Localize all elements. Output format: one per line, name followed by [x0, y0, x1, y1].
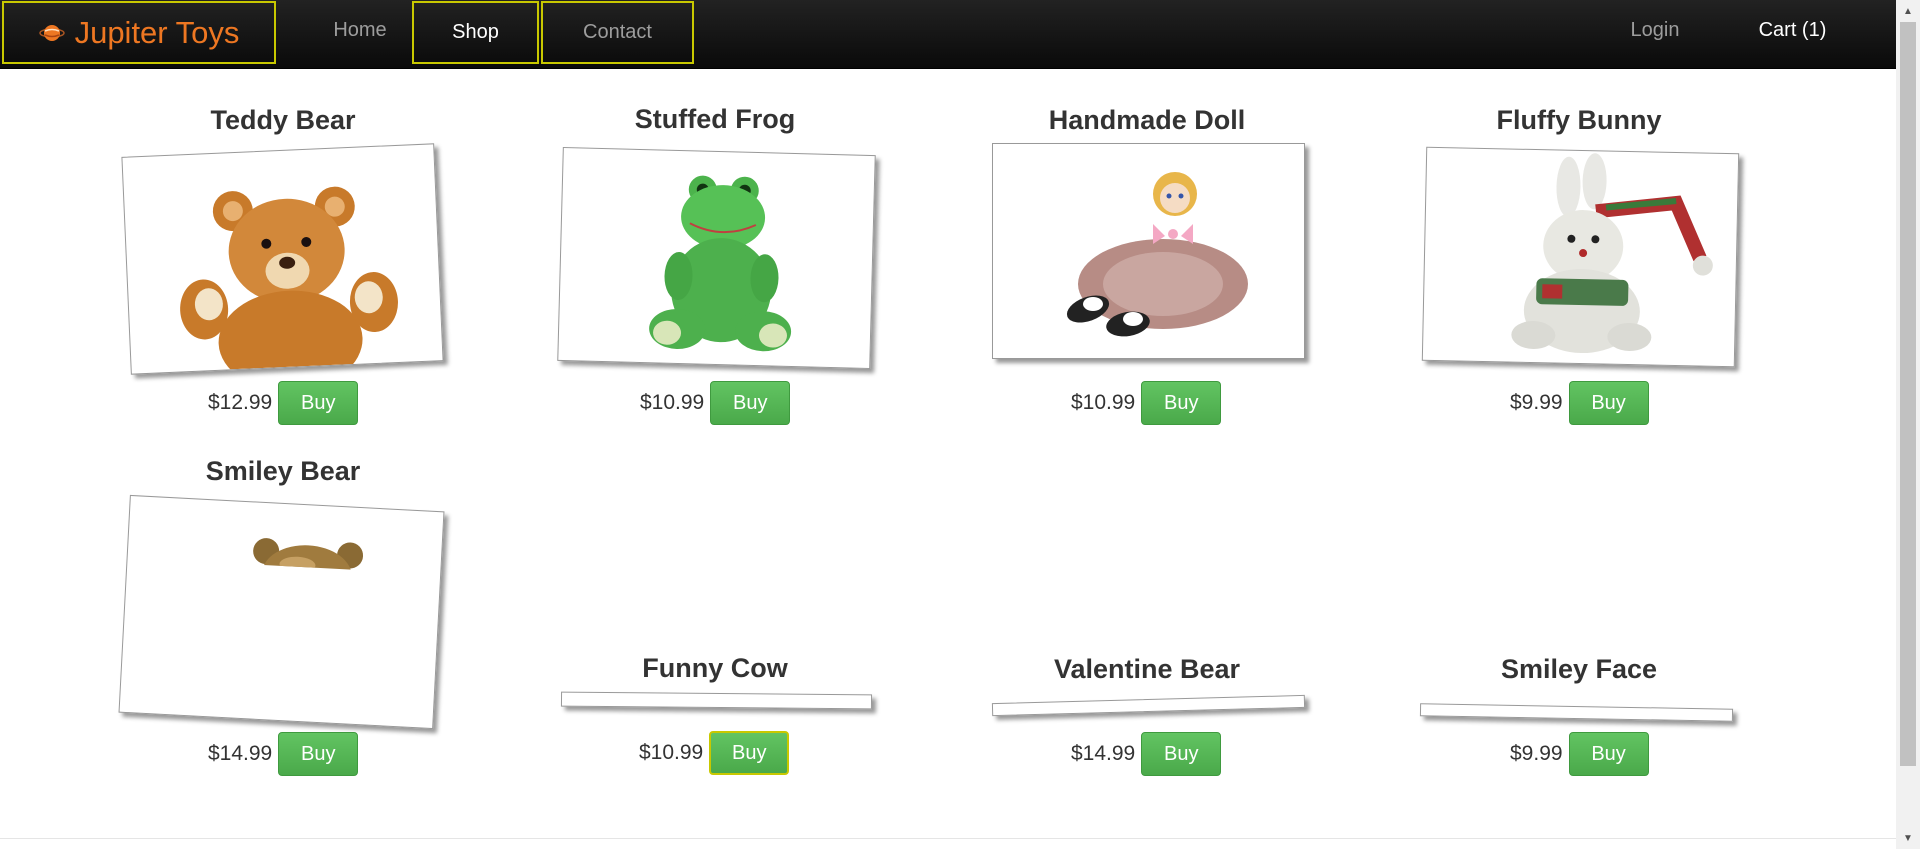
product-title: Stuffed Frog [634, 104, 796, 134]
scrollbar-thumb[interactable] [1900, 22, 1916, 766]
buy-button-smiley-face[interactable]: Buy [1568, 732, 1649, 776]
nav-login[interactable]: Login [1610, 0, 1700, 60]
product-title: Handmade Doll [1048, 105, 1246, 135]
nav-home[interactable]: Home [312, 0, 408, 60]
buy-button-fluffy-bunny[interactable]: Buy [1568, 381, 1649, 425]
buy-button-stuffed-frog[interactable]: Buy [710, 381, 791, 425]
product-price: $10.99 [1071, 391, 1136, 414]
page-divider [0, 838, 1896, 839]
product-image-handmade-doll [992, 143, 1305, 359]
buy-button-handmade-doll[interactable]: Buy [1141, 381, 1222, 425]
product-card-stuffed-frog: Stuffed Frog [505, 103, 925, 135]
product-price: $10.99 [639, 741, 704, 764]
product-card-handmade-doll: Handmade Doll [937, 104, 1357, 136]
product-card-funny-cow: Funny Cow [505, 652, 925, 684]
brand-link[interactable]: Jupiter Toys [2, 1, 276, 64]
product-card-valentine-bear: Valentine Bear [937, 653, 1357, 685]
price-row: $14.99 Buy [208, 732, 359, 776]
product-price: $12.99 [208, 391, 273, 414]
product-card-fluffy-bunny: Fluffy Bunny [1369, 104, 1789, 136]
stuffed-frog-image [649, 175, 792, 352]
nav-shop[interactable]: Shop [412, 1, 539, 64]
planet-logo-icon [38, 24, 65, 41]
product-card-teddy-bear: Teddy Bear [73, 104, 493, 136]
product-image-valentine-bear [991, 694, 1306, 717]
vertical-scrollbar[interactable]: ▲ ▼ [1896, 0, 1920, 849]
product-price: $9.99 [1510, 391, 1563, 414]
buy-button-funny-cow[interactable]: Buy [709, 731, 790, 775]
price-row: $12.99 Buy [208, 381, 359, 425]
smiley-bear-image [253, 538, 364, 575]
buy-button-valentine-bear[interactable]: Buy [1141, 732, 1222, 776]
product-title: Smiley Face [1500, 654, 1658, 684]
teddy-bear-image [180, 186, 398, 375]
product-price: $10.99 [640, 391, 705, 414]
product-image-stuffed-frog [557, 146, 876, 370]
brand-name: Jupiter Toys [74, 14, 240, 50]
product-price: $9.99 [1510, 742, 1563, 765]
product-title: Funny Cow [642, 653, 788, 683]
scroll-up-arrow-icon[interactable]: ▲ [1896, 2, 1920, 20]
product-title: Valentine Bear [1053, 654, 1241, 684]
price-row: $10.99 Buy [640, 381, 791, 425]
product-price: $14.99 [208, 742, 273, 765]
product-price: $14.99 [1071, 742, 1136, 765]
product-image-teddy-bear [121, 143, 444, 375]
product-card-smiley-bear: Smiley Bear [73, 455, 493, 487]
price-row: $9.99 Buy [1510, 381, 1649, 425]
price-row: $10.99 Buy [1071, 381, 1222, 425]
price-row: $14.99 Buy [1071, 732, 1222, 776]
handmade-doll-image [1066, 172, 1248, 337]
product-card-smiley-face: Smiley Face [1369, 653, 1789, 685]
buy-button-teddy-bear[interactable]: Buy [278, 381, 359, 425]
product-title: Teddy Bear [210, 105, 356, 135]
product-title: Smiley Bear [205, 456, 361, 486]
price-row: $10.99 Buy [639, 731, 790, 775]
product-image-smiley-face [1419, 703, 1734, 722]
product-image-funny-cow [560, 691, 873, 710]
product-image-smiley-bear [118, 494, 445, 730]
scroll-down-arrow-icon[interactable]: ▼ [1896, 829, 1920, 847]
buy-button-smiley-bear[interactable]: Buy [278, 732, 359, 776]
fluffy-bunny-image [1511, 153, 1713, 354]
nav-contact[interactable]: Contact [541, 1, 694, 64]
top-navbar: Jupiter Toys Home Shop Contact Login Car… [0, 0, 1896, 69]
nav-cart[interactable]: Cart (1) [1740, 0, 1845, 60]
product-title: Fluffy Bunny [1496, 105, 1662, 135]
product-image-fluffy-bunny [1421, 146, 1740, 368]
price-row: $9.99 Buy [1510, 732, 1649, 776]
